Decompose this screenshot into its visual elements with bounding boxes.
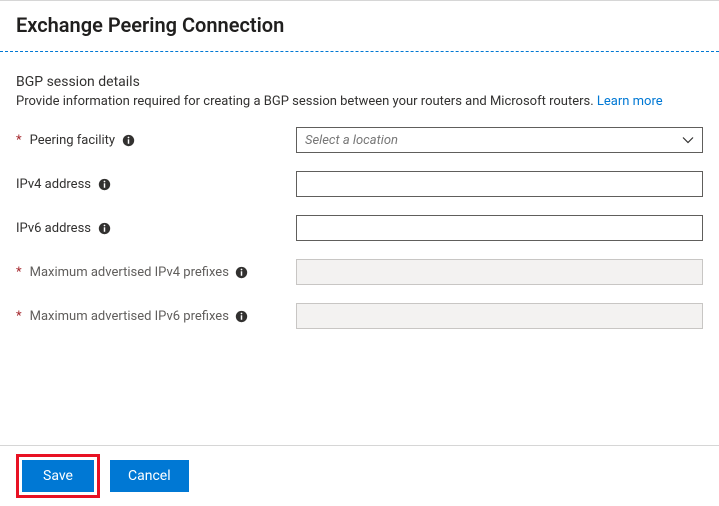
field-control-cell: Select a location (296, 127, 703, 153)
section-description-text: Provide information required for creatin… (16, 94, 594, 109)
chevron-down-icon (682, 134, 694, 146)
field-label-cell: IPv4 address (16, 177, 296, 192)
section-title: BGP session details (16, 74, 703, 90)
ipv4-address-input[interactable] (296, 171, 703, 197)
learn-more-link[interactable]: Learn more (597, 94, 663, 109)
peering-facility-label: Peering facility (30, 133, 115, 148)
page-title: Exchange Peering Connection (16, 13, 703, 37)
ipv4-address-label: IPv4 address (16, 177, 91, 192)
peering-facility-select[interactable]: Select a location (296, 127, 703, 153)
field-row-max-ipv4-prefixes: * Maximum advertised IPv4 prefixes (16, 259, 703, 285)
cancel-button[interactable]: Cancel (110, 460, 189, 492)
info-icon[interactable] (235, 309, 249, 323)
info-icon[interactable] (97, 177, 111, 191)
select-placeholder: Select a location (305, 133, 398, 148)
section-description: Provide information required for creatin… (16, 94, 703, 109)
ipv6-address-label: IPv6 address (16, 221, 91, 236)
field-label-cell: IPv6 address (16, 221, 296, 236)
field-control-cell (296, 303, 703, 329)
field-row-ipv4-address: IPv4 address (16, 171, 703, 197)
field-row-max-ipv6-prefixes: * Maximum advertised IPv6 prefixes (16, 303, 703, 329)
field-row-peering-facility: * Peering facility Select a location (16, 127, 703, 153)
max-ipv4-prefixes-label: Maximum advertised IPv4 prefixes (30, 265, 229, 280)
required-indicator: * (16, 133, 24, 148)
footer: Save Cancel (0, 446, 719, 506)
panel-header: Exchange Peering Connection (0, 1, 719, 51)
info-icon[interactable] (121, 133, 135, 147)
field-control-cell (296, 259, 703, 285)
field-label-cell: * Peering facility (16, 133, 296, 148)
info-icon[interactable] (235, 265, 249, 279)
max-ipv4-prefixes-input (296, 259, 703, 285)
save-button[interactable]: Save (22, 460, 94, 492)
required-indicator: * (16, 309, 24, 324)
info-icon[interactable] (97, 221, 111, 235)
save-button-highlight: Save (16, 454, 100, 498)
field-control-cell (296, 171, 703, 197)
field-label-cell: * Maximum advertised IPv4 prefixes (16, 265, 296, 280)
form-content: BGP session details Provide information … (0, 52, 719, 329)
required-indicator: * (16, 265, 24, 280)
field-label-cell: * Maximum advertised IPv6 prefixes (16, 309, 296, 324)
max-ipv6-prefixes-input (296, 303, 703, 329)
field-control-cell (296, 215, 703, 241)
max-ipv6-prefixes-label: Maximum advertised IPv6 prefixes (30, 309, 229, 324)
ipv6-address-input[interactable] (296, 215, 703, 241)
field-row-ipv6-address: IPv6 address (16, 215, 703, 241)
